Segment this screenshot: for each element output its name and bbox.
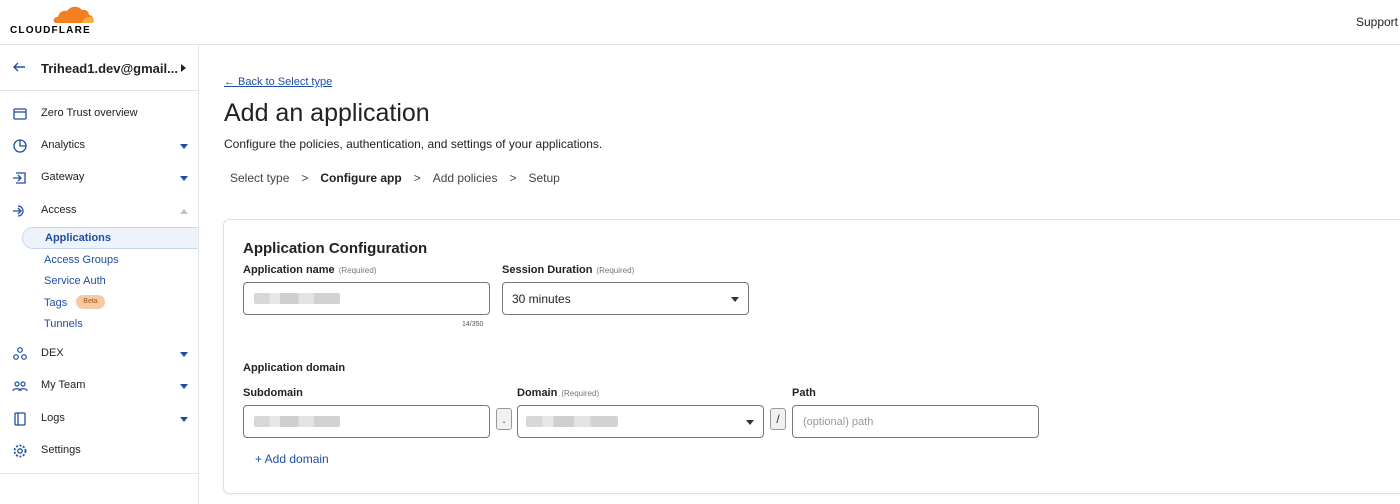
subdomain-label: Subdomain: [243, 387, 303, 399]
application-configuration-card: [223, 219, 1400, 494]
gateway-icon: [13, 172, 26, 184]
account-name: Trihead1.dev@gmail...: [41, 61, 178, 76]
top-bar: CLOUDFLARE Support: [0, 0, 1400, 45]
sidebar-subitem-label: Tunnels: [44, 318, 83, 330]
sidebar-item-access[interactable]: Access: [0, 197, 198, 225]
sidebar-item-label: Logs: [41, 412, 65, 424]
app-name-input[interactable]: [243, 282, 490, 315]
brand-name: CLOUDFLARE: [10, 25, 91, 36]
back-arrow-icon[interactable]: [11, 59, 27, 75]
sidebar-item-dex[interactable]: DEX: [0, 340, 198, 368]
redacted-value: [526, 416, 618, 427]
sidebar-subitem-label: Access Groups: [44, 254, 119, 266]
step-setup: Setup: [528, 171, 560, 185]
slash-separator: /: [770, 408, 786, 430]
chevron-down-icon: [731, 297, 739, 302]
required-hint: (Required): [561, 389, 600, 398]
sidebar-item-settings[interactable]: Settings: [0, 437, 198, 465]
logs-icon: [14, 412, 26, 426]
session-duration-value: 30 minutes: [512, 292, 571, 306]
path-label-text: Path: [792, 387, 816, 399]
step-add-policies: Add policies: [432, 171, 498, 185]
card-title: Application Configuration: [243, 240, 428, 257]
path-placeholder: (optional) path: [803, 416, 874, 428]
session-duration-label: Session Duration (Required): [502, 264, 634, 276]
sidebar-divider: [0, 473, 198, 474]
sidebar-item-label: My Team: [41, 379, 86, 391]
dashboard-icon: [13, 108, 27, 120]
step-separator: >: [413, 171, 421, 185]
path-label: Path: [792, 387, 816, 399]
step-select-type[interactable]: Select type: [230, 171, 289, 185]
dot-separator: .: [496, 408, 512, 430]
domain-label-text: Domain: [517, 387, 558, 399]
sidebar-subitem-access-groups[interactable]: Access Groups: [22, 249, 198, 271]
sidebar-item-analytics[interactable]: Analytics: [0, 132, 198, 160]
access-icon: [13, 205, 24, 217]
chevron-right-icon: [181, 64, 186, 72]
sidebar-item-label: DEX: [41, 347, 64, 359]
back-to-select-type-link[interactable]: ← Back to Select type: [224, 76, 332, 88]
sidebar-item-label: Analytics: [41, 139, 86, 151]
session-duration-select[interactable]: 30 minutes: [502, 282, 749, 315]
sidebar-item-logs[interactable]: Logs: [0, 405, 198, 433]
app-name-char-counter: 14/350: [462, 321, 484, 328]
sidebar-item-gateway[interactable]: Gateway: [0, 164, 198, 192]
add-domain-button[interactable]: + Add domain: [255, 452, 329, 466]
sidebar-subitem-service-auth[interactable]: Service Auth: [22, 270, 198, 292]
step-separator: >: [509, 171, 517, 185]
path-input[interactable]: (optional) path: [792, 405, 1039, 438]
chevron-down-icon: [180, 176, 188, 181]
sidebar: Trihead1.dev@gmail... Zero Trust overvie…: [0, 45, 199, 504]
redacted-value: [254, 416, 340, 427]
sidebar-subitem-label: Applications: [45, 232, 112, 244]
session-duration-label-text: Session Duration: [502, 264, 593, 276]
page-description: Configure the policies, authentication, …: [224, 137, 603, 151]
cloudflare-cloud-icon: [53, 6, 94, 24]
sidebar-subitem-label: Service Auth: [44, 275, 106, 287]
gear-icon: [13, 444, 27, 458]
redacted-value: [254, 293, 340, 304]
chevron-down-icon: [180, 384, 188, 389]
sidebar-item-overview[interactable]: Zero Trust overview: [0, 100, 198, 128]
wizard-steps: Select type > Configure app > Add policies > S…: [230, 171, 560, 185]
chevron-up-icon: [180, 209, 188, 214]
application-domain-label: Application domain: [243, 362, 346, 374]
sidebar-subitem-label: Tags: [44, 297, 68, 309]
dex-icon: [13, 347, 27, 360]
cloudflare-logo[interactable]: CLOUDFLARE: [10, 4, 94, 38]
app-name-label-text: Application name: [243, 264, 335, 276]
subdomain-label-text: Subdomain: [243, 387, 303, 399]
support-link[interactable]: Support: [1356, 15, 1398, 29]
chevron-down-icon: [180, 352, 188, 357]
sidebar-item-label: Settings: [41, 444, 81, 456]
sidebar-item-label: Gateway: [41, 171, 85, 183]
domain-select[interactable]: [517, 405, 764, 438]
sidebar-subitem-tags[interactable]: Tags: [22, 292, 198, 314]
step-configure-app: Configure app: [320, 171, 402, 185]
page-title: Add an application: [224, 99, 430, 127]
beta-badge: Beta: [76, 295, 105, 309]
pie-chart-icon: [13, 139, 27, 153]
required-hint: (Required): [596, 266, 635, 275]
chevron-down-icon: [746, 420, 754, 425]
app-name-label: Application name (Required): [243, 264, 376, 276]
step-separator: >: [301, 171, 309, 185]
sidebar-subitem-applications[interactable]: Applications: [22, 227, 198, 249]
subdomain-input[interactable]: [243, 405, 490, 438]
domain-label: Domain (Required): [517, 387, 599, 399]
chevron-down-icon: [180, 417, 188, 422]
sidebar-item-my-team[interactable]: My Team: [0, 372, 198, 400]
sidebar-item-label: Access: [41, 204, 77, 216]
chevron-down-icon: [180, 144, 188, 149]
account-switcher[interactable]: Trihead1.dev@gmail...: [0, 45, 198, 91]
sidebar-item-label: Zero Trust overview: [41, 107, 138, 119]
sidebar-subitem-tunnels[interactable]: Tunnels: [22, 313, 198, 335]
required-hint: (Required): [338, 266, 377, 275]
team-icon: [12, 381, 28, 392]
